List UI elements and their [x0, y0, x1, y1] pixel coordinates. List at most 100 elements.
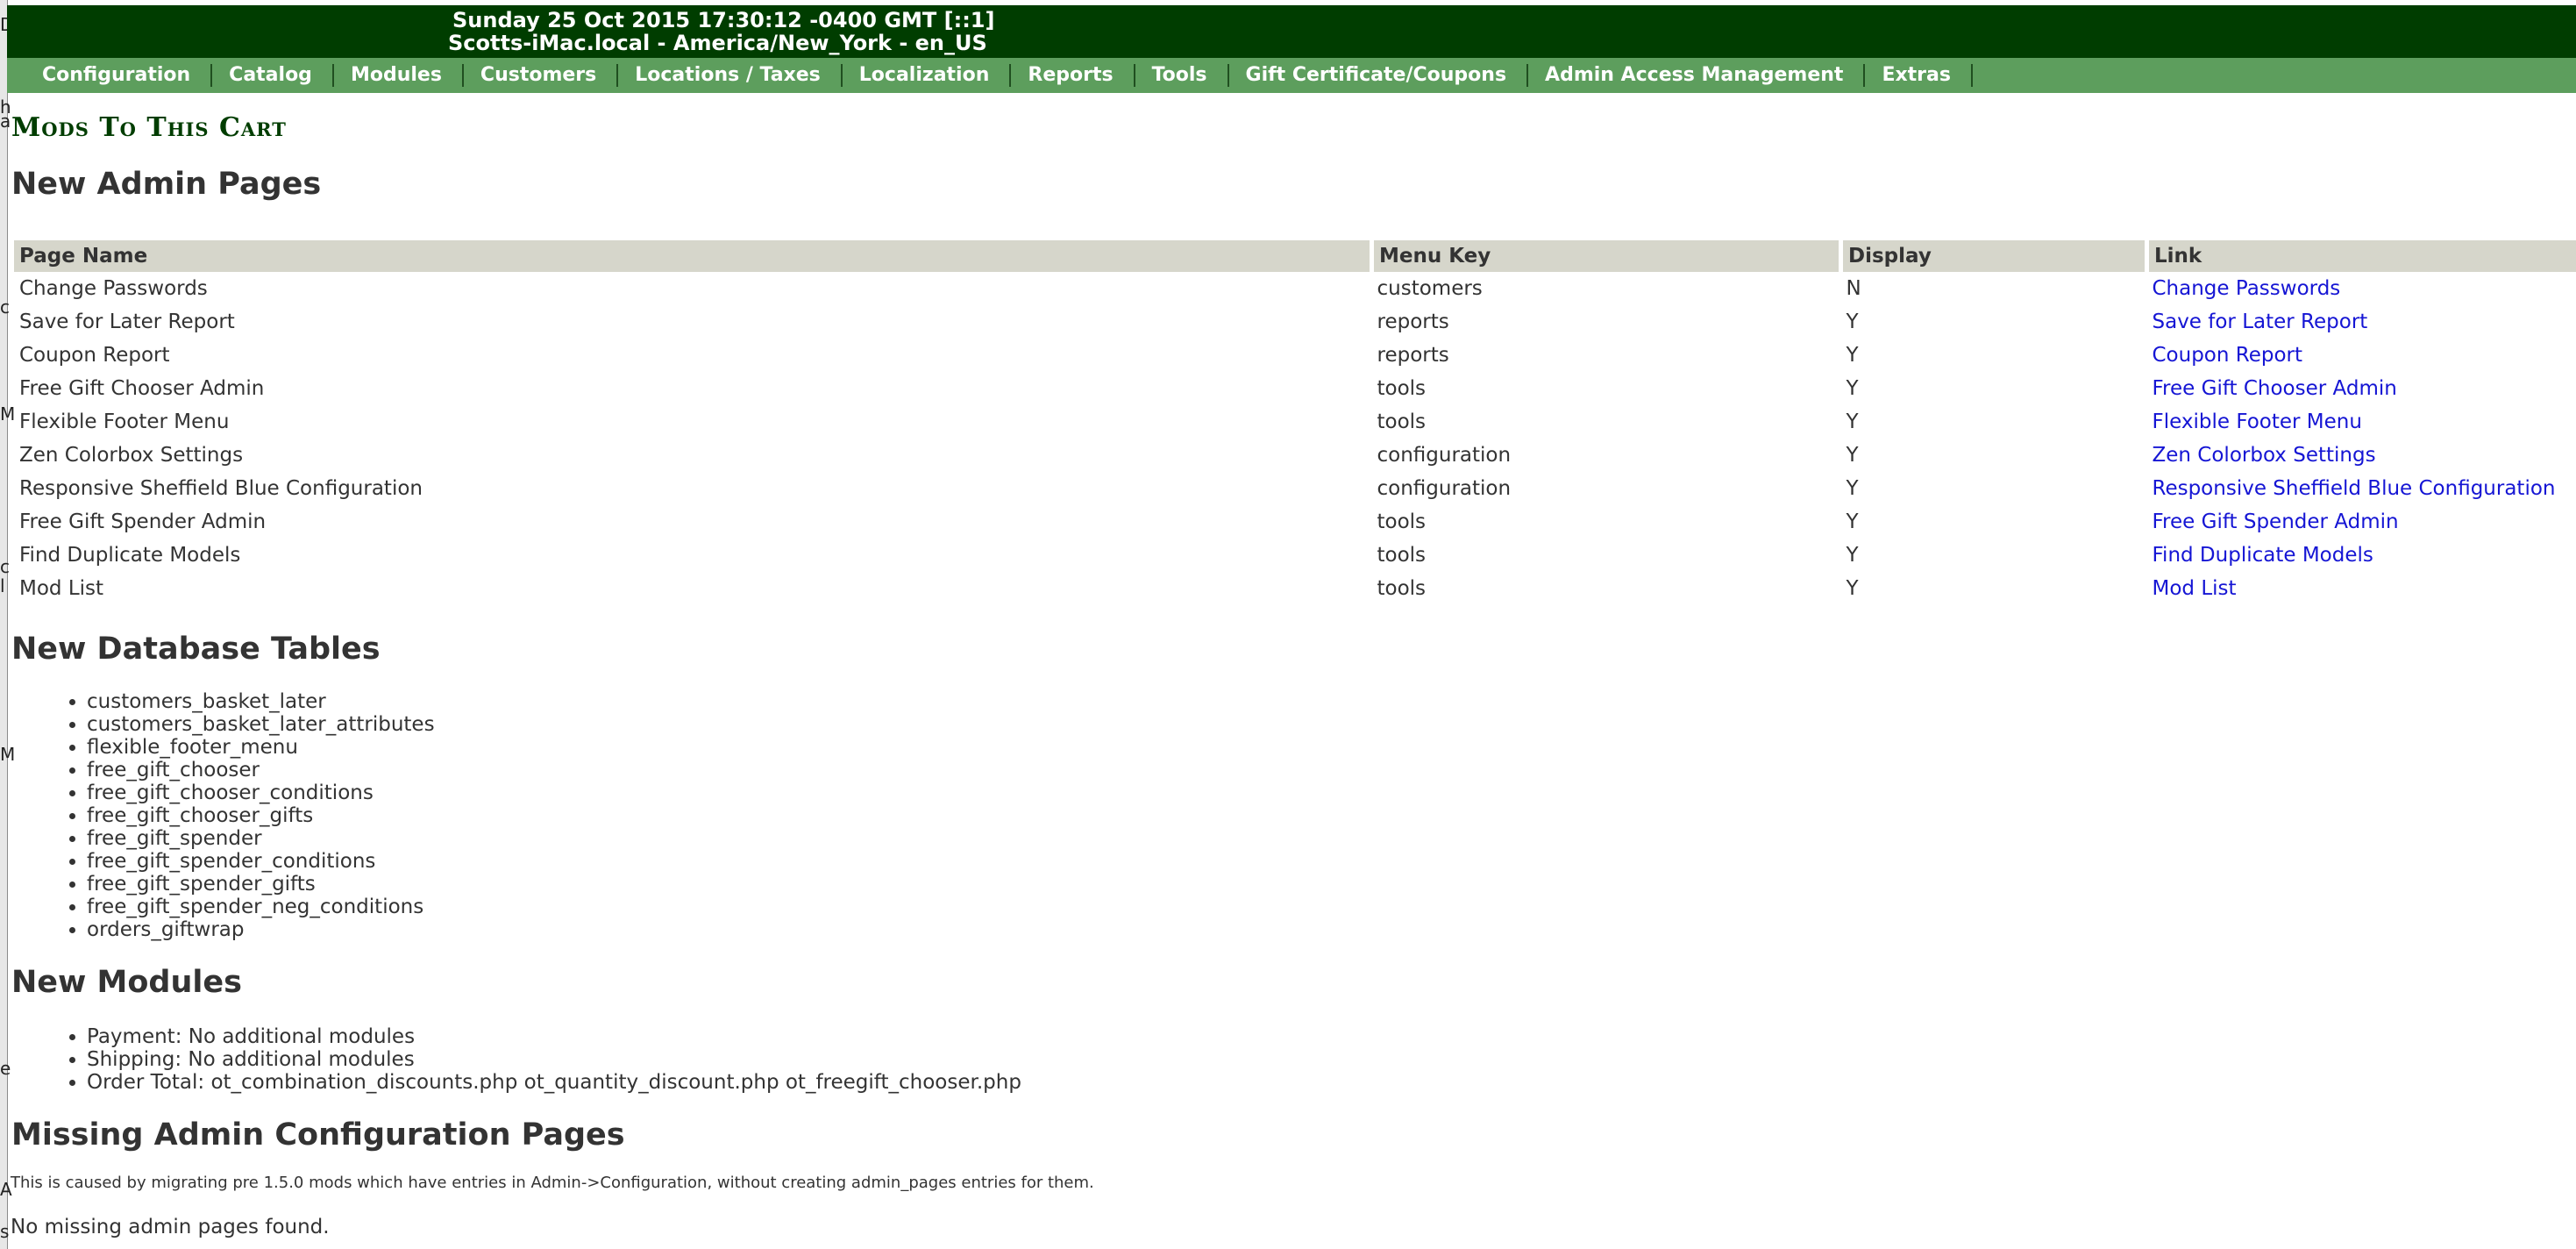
link-cell: Responsive Sheffield Blue Configuration [2147, 472, 2576, 505]
link-cell: Mod List [2147, 572, 2576, 605]
menu-key-cell: reports [1377, 344, 1449, 367]
table-header-row: Page Name Menu Key Display Link [14, 240, 2576, 272]
admin-page-link[interactable]: Free Gift Spender Admin [2153, 510, 2399, 533]
list-item: free_gift_chooser_gifts [87, 804, 435, 827]
table-row: Mod List tools Y Mod List [14, 572, 2576, 605]
table-row: Change Passwords customers N Change Passwor… [14, 272, 2576, 305]
column-header-display: Display [1840, 240, 2149, 272]
display-cell: Y [1846, 410, 1859, 433]
page-name-cell: Mod List [19, 577, 104, 600]
new-modules-heading: New Modules [11, 965, 242, 1000]
link-cell: Zen Colorbox Settings [2147, 439, 2576, 472]
display-cell: Y [1846, 310, 1859, 333]
list-item: free_gift_spender [87, 827, 435, 850]
menu-item[interactable]: Catalog [212, 64, 334, 87]
column-header-page-name: Page Name [14, 240, 1374, 272]
menu-item[interactable]: Customers [464, 64, 619, 87]
missing-pages-note: This is caused by migrating pre 1.5.0 mo… [11, 1174, 1094, 1192]
menu-key-cell: tools [1377, 577, 1427, 600]
menu-item[interactable]: Gift Certificate/Coupons [1229, 64, 1529, 87]
menu-key-cell: configuration [1377, 477, 1512, 500]
admin-page-link[interactable]: Free Gift Chooser Admin [2153, 377, 2397, 400]
page-name-cell: Zen Colorbox Settings [19, 444, 244, 467]
link-cell: Flexible Footer Menu [2147, 405, 2576, 439]
new-database-tables-heading: New Database Tables [11, 632, 381, 667]
table-row: Save for Later Report reports Y Save for La… [14, 305, 2576, 339]
list-item: customers_basket_later [87, 690, 435, 713]
page-title: Mods To This Cart [11, 112, 287, 143]
menu-item[interactable]: Modules [334, 64, 464, 87]
display-cell: Y [1846, 377, 1859, 400]
admin-page: Sunday 25 Oct 2015 17:30:12 -0400 GMT [:… [7, 0, 2576, 1249]
list-item: Order Total: ot_combination_discounts.ph… [87, 1071, 1021, 1094]
menu-item[interactable]: Localization [843, 64, 1012, 87]
menu-item[interactable]: Extras [1865, 64, 1973, 87]
new-admin-pages-heading: New Admin Pages [11, 167, 322, 202]
display-cell: Y [1846, 544, 1859, 567]
menu-item[interactable]: Locations / Taxes [618, 64, 843, 87]
link-cell: Find Duplicate Models [2147, 539, 2576, 572]
page-name-cell: Flexible Footer Menu [19, 410, 230, 433]
page-name-cell: Free Gift Spender Admin [19, 510, 267, 533]
table-row: Zen Colorbox Settings configuration Y Zen C… [14, 439, 2576, 472]
admin-page-link[interactable]: Change Passwords [2153, 277, 2341, 300]
list-item: free_gift_spender_conditions [87, 850, 435, 873]
table-row: Coupon Report reports Y Coupon Report [14, 339, 2576, 372]
table-row: Free Gift Chooser Admin tools Y Free Gift C… [14, 372, 2576, 405]
table-row: Free Gift Spender Admin tools Y Free Gift S… [14, 505, 2576, 539]
page-name-cell: Save for Later Report [19, 310, 235, 333]
link-cell: Change Passwords [2147, 272, 2576, 305]
modules-list: Payment: No additional modulesShipping: … [49, 1025, 1021, 1094]
page-name-cell: Coupon Report [19, 344, 170, 367]
missing-config-pages-heading: Missing Admin Configuration Pages [11, 1117, 625, 1153]
menu-item[interactable]: Configuration [25, 64, 213, 87]
menu-key-cell: tools [1377, 377, 1427, 400]
display-cell: Y [1846, 510, 1859, 533]
column-header-menu-key: Menu Key [1371, 240, 1843, 272]
list-item: Payment: No additional modules [87, 1025, 1021, 1048]
header-datetime: Sunday 25 Oct 2015 17:30:12 -0400 GMT [:… [452, 8, 995, 32]
link-cell: Coupon Report [2147, 339, 2576, 372]
list-item: free_gift_chooser [87, 759, 435, 782]
list-item: Shipping: No additional modules [87, 1048, 1021, 1071]
main-menu-bar: Configuration Catalog Modules Customers Loca… [7, 58, 2576, 93]
background-window-glyph: l [0, 575, 5, 596]
table-row: Find Duplicate Models tools Y Find Duplicat… [14, 539, 2576, 572]
admin-page-link[interactable]: Save for Later Report [2153, 310, 2368, 333]
page-name-cell: Change Passwords [19, 277, 208, 300]
admin-page-link[interactable]: Flexible Footer Menu [2153, 410, 2362, 433]
list-item: flexible_footer_menu [87, 736, 435, 759]
link-cell: Free Gift Chooser Admin [2147, 372, 2576, 405]
admin-page-link[interactable]: Zen Colorbox Settings [2153, 444, 2376, 467]
admin-page-link[interactable]: Find Duplicate Models [2153, 544, 2373, 567]
menu-key-cell: customers [1377, 277, 1483, 300]
admin-page-link[interactable]: Mod List [2153, 577, 2237, 600]
link-cell: Save for Later Report [2147, 305, 2576, 339]
page-name-cell: Free Gift Chooser Admin [19, 377, 265, 400]
menu-item[interactable]: Reports [1011, 64, 1135, 87]
header-host-info: Scotts-iMac.local - America/New_York - e… [448, 31, 987, 55]
admin-header: Sunday 25 Oct 2015 17:30:12 -0400 GMT [:… [7, 5, 2576, 58]
menu-key-cell: tools [1377, 510, 1427, 533]
admin-page-link[interactable]: Coupon Report [2153, 344, 2303, 367]
list-item: orders_giftwrap [87, 918, 435, 941]
display-cell: Y [1846, 577, 1859, 600]
column-header-link: Link [2146, 240, 2576, 272]
menu-item[interactable]: Admin Access Management [1528, 64, 1866, 87]
list-item: customers_basket_later_attributes [87, 713, 435, 736]
admin-page-link[interactable]: Responsive Sheffield Blue Configuration [2153, 477, 2556, 500]
menu-key-cell: configuration [1377, 444, 1512, 467]
missing-pages-result: No missing admin pages found. [11, 1216, 330, 1238]
display-cell: N [1846, 277, 1861, 300]
list-item: free_gift_spender_gifts [87, 873, 435, 896]
link-cell: Free Gift Spender Admin [2147, 505, 2576, 539]
display-cell: Y [1846, 344, 1859, 367]
list-item: free_gift_chooser_conditions [87, 782, 435, 804]
page-name-cell: Responsive Sheffield Blue Configuration [19, 477, 423, 500]
menu-key-cell: tools [1377, 410, 1427, 433]
table-row: Responsive Sheffield Blue Configuration c… [14, 472, 2576, 505]
admin-pages-table: Page Name Menu Key Display Link Change P… [14, 240, 2576, 605]
menu-item[interactable]: Tools [1135, 64, 1229, 87]
table-row: Flexible Footer Menu tools Y Flexible Foote… [14, 405, 2576, 439]
display-cell: Y [1846, 444, 1859, 467]
